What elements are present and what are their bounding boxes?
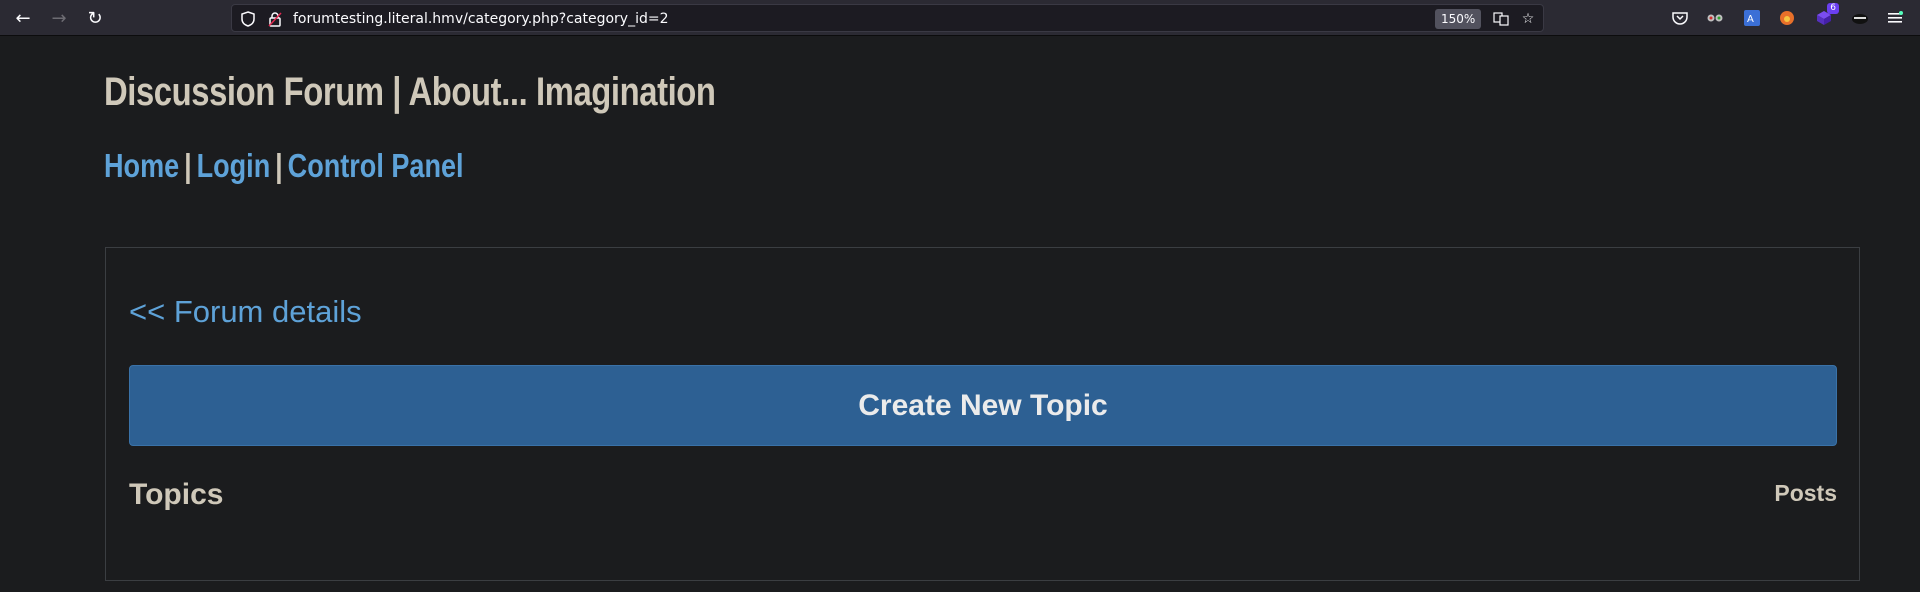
pocket-icon[interactable] [1669,7,1691,29]
nav-separator: | [275,147,283,184]
forward-arrow-icon[interactable]: → [46,5,72,31]
svg-text:A: A [1747,14,1754,25]
tracking-protection-shield-icon[interactable] [238,9,258,29]
hamburger-menu-icon[interactable] [1884,7,1906,29]
nav-login-link[interactable]: Login [197,147,271,184]
nav-separator: | [184,147,192,184]
url-text[interactable]: forumtesting.literal.hmv/category.php?ca… [293,10,669,28]
address-bar[interactable]: forumtesting.literal.hmv/category.php?ca… [231,4,1544,32]
site-nav: Home | Login | Control Panel [104,147,464,185]
fox-extension-icon[interactable] [1776,7,1798,29]
translator-extension-icon[interactable]: A [1741,7,1763,29]
topics-column-header: Topics [129,478,224,511]
bookmark-star-icon[interactable]: ☆ [1518,9,1538,29]
extension-badge-count: 6 [1827,3,1839,14]
ninja-extension-icon[interactable] [1849,7,1871,29]
back-arrow-icon[interactable]: ← [10,5,36,31]
nav-home-link[interactable]: Home [104,147,179,184]
site-title: Discussion Forum | About... Imagination [104,70,716,114]
browser-toolbar: ← → ↻ forumtesting.literal.hmv/category.… [0,0,1920,36]
category-panel: << Forum details Create New Topic Topics… [105,247,1860,581]
reload-icon[interactable]: ↻ [82,5,108,31]
insecure-lock-icon[interactable] [265,9,285,29]
zoom-level-badge[interactable]: 150% [1435,9,1482,29]
create-new-topic-button[interactable]: Create New Topic [129,365,1837,446]
cube-extension-icon[interactable]: 6 [1813,3,1839,29]
nav-control-panel-link[interactable]: Control Panel [288,147,464,184]
posts-column-header: Posts [1774,480,1837,506]
page-content: Discussion Forum | About... Imagination … [0,37,1920,592]
glasses-extension-icon[interactable] [1704,7,1726,29]
translate-icon[interactable] [1491,9,1511,29]
forum-details-back-link[interactable]: << Forum details [129,294,362,330]
